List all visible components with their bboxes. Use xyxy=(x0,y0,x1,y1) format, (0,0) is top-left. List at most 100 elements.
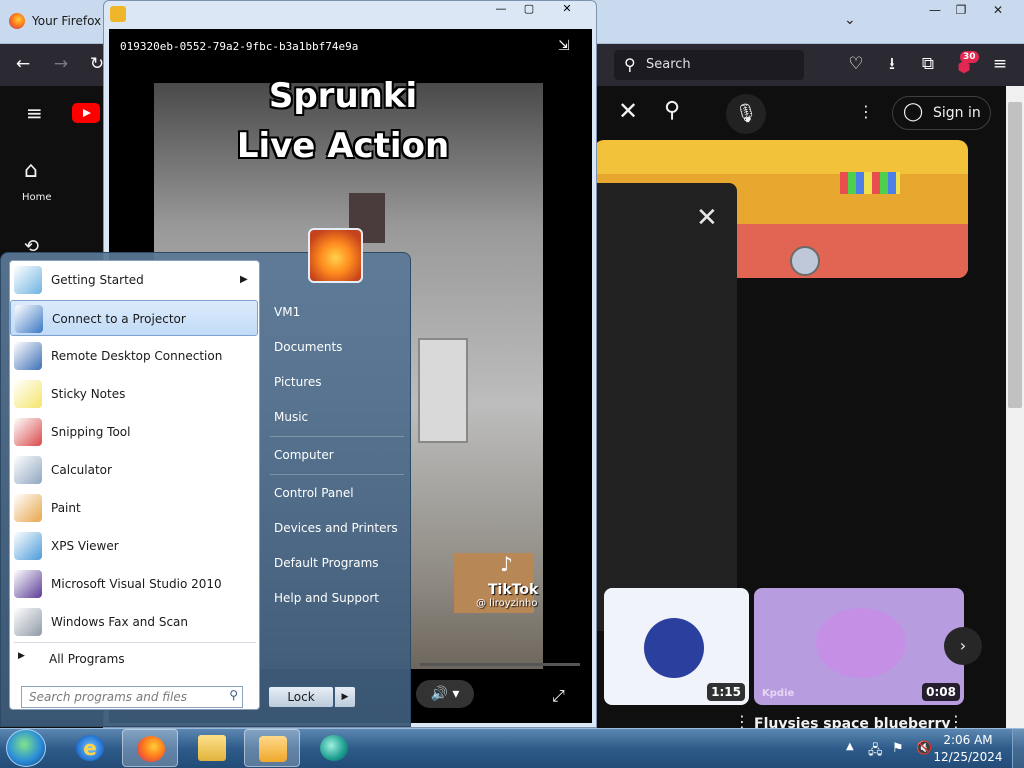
start-link-help-and-support[interactable]: Help and Support xyxy=(266,583,406,613)
start-links-separator xyxy=(270,436,404,437)
sign-in-label: Sign in xyxy=(933,105,981,121)
start-program-xps-viewer[interactable]: XPS Viewer xyxy=(10,528,258,564)
taskbar-ie-button[interactable]: e xyxy=(62,729,118,767)
start-program-label: Connect to a Projector xyxy=(52,312,186,326)
start-program-calculator[interactable]: Calculator xyxy=(10,452,258,488)
settings-kebab-icon[interactable]: ⋮ xyxy=(858,102,874,121)
show-hidden-icons-icon[interactable]: ▲ xyxy=(846,741,854,752)
fax-scanner-icon xyxy=(14,608,42,636)
fluvsies-illustration xyxy=(816,608,906,678)
start-program-label: XPS Viewer xyxy=(51,539,119,553)
start-program-getting-started[interactable]: Getting Started xyxy=(10,262,258,298)
start-program-label: Calculator xyxy=(51,463,112,477)
start-link-default-programs[interactable]: Default Programs xyxy=(266,548,406,578)
wall-poster xyxy=(418,338,468,443)
home-icon[interactable]: ⌂ xyxy=(24,158,38,183)
all-programs-button[interactable]: ▶ All Programs xyxy=(14,648,256,670)
tab-list-chevron-icon[interactable]: ⌄ xyxy=(844,12,856,28)
start-program-windows-fax-and-scan[interactable]: Windows Fax and Scan xyxy=(10,604,258,640)
youtube-logo-icon[interactable] xyxy=(72,103,100,123)
start-program-microsoft-visual-studio-2010[interactable]: Microsoft Visual Studio 2010 xyxy=(10,566,258,602)
mini-mode-icon[interactable]: ⇲ xyxy=(558,38,570,54)
start-link-pictures[interactable]: Pictures xyxy=(266,367,406,397)
channel-watermark: Kpdie xyxy=(762,688,795,699)
start-link-documents[interactable]: Documents xyxy=(266,332,406,362)
home-label[interactable]: Home xyxy=(22,192,52,203)
calculator-icon xyxy=(14,456,42,484)
video-duration-2: 0:08 xyxy=(922,683,960,701)
action-center-flag-icon[interactable]: ⚑ xyxy=(892,741,904,756)
pocket-icon[interactable]: ♡ xyxy=(843,53,869,75)
start-link-label: Control Panel xyxy=(274,486,354,500)
start-button[interactable] xyxy=(6,729,46,767)
start-program-sticky-notes[interactable]: Sticky Notes xyxy=(10,376,258,412)
start-link-label: Computer xyxy=(274,448,334,462)
player-maximize-button[interactable]: ▢ xyxy=(517,2,541,20)
back-arrow-icon[interactable]: ← xyxy=(10,53,36,75)
youtube-search-icon[interactable]: ⚲ xyxy=(664,98,680,123)
internet-explorer-icon: e xyxy=(76,735,104,761)
clock-date[interactable]: 12/25/2024 xyxy=(928,750,1008,764)
player-close-button[interactable]: ✕ xyxy=(548,2,586,20)
start-link-devices-and-printers[interactable]: Devices and Printers xyxy=(266,513,406,543)
start-program-label: Microsoft Visual Studio 2010 xyxy=(51,577,222,591)
app-bubble-icon xyxy=(320,735,348,761)
lock-button[interactable]: Lock xyxy=(268,686,334,708)
forward-arrow-icon[interactable]: → xyxy=(48,53,74,75)
user-account-picture[interactable] xyxy=(308,228,363,283)
network-icon[interactable]: 🖧 xyxy=(868,741,883,763)
start-program-remote-desktop-connection[interactable]: Remote Desktop Connection xyxy=(10,338,258,374)
account-circle-icon: ◯ xyxy=(903,101,924,122)
hamburger-menu-icon[interactable]: ≡ xyxy=(987,53,1013,75)
volume-control[interactable]: 🔊 ▾ xyxy=(416,680,474,708)
start-link-label: Default Programs xyxy=(274,556,379,570)
clear-search-icon[interactable]: ✕ xyxy=(618,97,638,125)
caption-line-1: Sprunki xyxy=(268,76,418,116)
getting-started-icon xyxy=(14,266,42,294)
close-window-button[interactable]: ✕ xyxy=(980,0,1016,20)
extensions-puzzle-icon[interactable]: ⧉ xyxy=(915,53,941,75)
visual-studio-icon xyxy=(14,570,42,598)
start-link-label: Devices and Printers xyxy=(274,521,398,535)
shutdown-options-arrow-icon[interactable]: ▶ xyxy=(334,686,356,708)
start-link-label: Documents xyxy=(274,340,343,354)
clock-time[interactable]: 2:06 AM xyxy=(928,733,1008,747)
fullscreen-icon[interactable]: ⤢ xyxy=(552,686,565,706)
start-search-input[interactable]: Search programs and files ⚲ xyxy=(21,686,243,708)
start-program-paint[interactable]: Paint xyxy=(10,490,258,526)
start-link-music[interactable]: Music xyxy=(266,402,406,432)
start-link-label: Help and Support xyxy=(274,591,379,605)
paint-palette-icon xyxy=(14,494,42,522)
taskbar-explorer-button[interactable] xyxy=(184,729,240,767)
taskbar-firefox-button[interactable] xyxy=(122,729,178,767)
player-minimize-button[interactable]: — xyxy=(489,2,513,20)
start-program-connect-to-a-projector[interactable]: Connect to a Projector xyxy=(10,300,258,336)
all-programs-label: All Programs xyxy=(49,652,125,666)
video-id-label: 019320eb-0552-79a2-9fbc-b3a1bbf74e9a xyxy=(120,40,359,53)
video-thumbnail-1[interactable]: 1:15 xyxy=(604,588,749,705)
start-program-label: Remote Desktop Connection xyxy=(51,349,223,363)
tiktok-logo-icon: ♪ xyxy=(500,552,513,576)
video-thumbnail-2[interactable]: Kpdie 0:08 xyxy=(754,588,964,705)
firefox-search-box[interactable]: ⚲ Search xyxy=(614,50,804,80)
carousel-next-button[interactable]: › xyxy=(944,627,982,665)
show-desktop-button[interactable] xyxy=(1012,729,1024,768)
taskbar-media-player-button[interactable] xyxy=(244,729,300,767)
sign-in-button[interactable]: ◯ Sign in xyxy=(892,96,991,130)
taskbar-app-button[interactable] xyxy=(306,729,362,767)
start-link-control-panel[interactable]: Control Panel xyxy=(266,478,406,508)
restore-button[interactable]: ❐ xyxy=(944,0,978,20)
start-program-label: Snipping Tool xyxy=(51,425,131,439)
seek-bar[interactable] xyxy=(420,663,580,666)
start-link-vm1[interactable]: VM1 xyxy=(266,297,406,327)
submenu-arrow-icon[interactable]: ▶ xyxy=(240,274,248,285)
voice-search-mic-icon[interactable]: 🎙 xyxy=(726,94,766,134)
search-icon: ⚲ xyxy=(624,55,636,74)
youtube-menu-icon[interactable]: ≡ xyxy=(26,101,43,125)
start-search-placeholder: Search programs and files xyxy=(29,690,187,704)
downloads-icon[interactable]: ⭳ xyxy=(879,53,905,75)
page-scrollbar-thumb[interactable] xyxy=(1008,102,1022,408)
start-program-snipping-tool[interactable]: Snipping Tool xyxy=(10,414,258,450)
dialog-close-icon[interactable]: ✕ xyxy=(696,203,718,233)
start-link-computer[interactable]: Computer xyxy=(266,440,406,470)
